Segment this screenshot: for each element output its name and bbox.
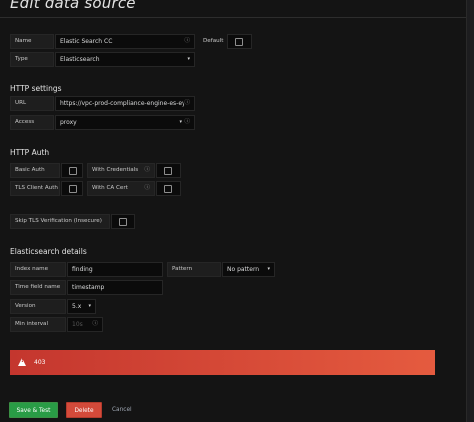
info-icon[interactable]: ⓘ xyxy=(184,97,190,110)
type-label: Type xyxy=(10,52,54,67)
time-field-input[interactable]: timestamp xyxy=(67,280,163,295)
alert-message: 403 xyxy=(34,359,46,366)
info-icon[interactable]: ⓘ xyxy=(184,35,190,48)
info-icon[interactable]: ⓘ xyxy=(184,116,190,129)
tls-client-auth-checkbox[interactable] xyxy=(61,181,83,196)
min-interval-label: Min interval xyxy=(10,317,66,332)
basic-auth-label: Basic Auth xyxy=(10,163,60,178)
checkbox-box[interactable] xyxy=(235,38,243,46)
index-name-input[interactable]: finding xyxy=(67,262,163,277)
cancel-button[interactable]: Cancel xyxy=(112,402,142,418)
title-divider xyxy=(0,17,474,18)
checkbox-box[interactable] xyxy=(69,167,77,175)
access-select[interactable]: proxy ▾ ⓘ xyxy=(55,115,195,130)
tls-client-auth-label: TLS Client Auth xyxy=(10,181,60,196)
error-alert: ! 403 xyxy=(10,350,435,375)
default-checkbox[interactable] xyxy=(227,34,252,49)
info-icon[interactable]: ⓘ xyxy=(144,164,150,177)
pattern-select[interactable]: No pattern ▾ xyxy=(222,262,275,277)
basic-auth-checkbox[interactable] xyxy=(61,163,83,178)
default-label: Default xyxy=(203,38,224,44)
save-test-button[interactable]: Save & Test xyxy=(9,402,58,418)
chevron-down-icon: ▾ xyxy=(187,56,190,62)
info-icon[interactable]: ⓘ xyxy=(92,318,98,331)
warning-icon-mark: ! xyxy=(21,357,24,364)
access-label: Access xyxy=(10,115,54,130)
page-title: Edit data source xyxy=(10,0,136,12)
type-select[interactable]: Elasticsearch ▾ xyxy=(55,52,195,67)
checkbox-box[interactable] xyxy=(164,185,172,193)
with-ca-cert-label: With CA Cert ⓘ xyxy=(87,181,155,196)
chevron-down-icon: ▾ xyxy=(179,119,182,125)
checkbox-box[interactable] xyxy=(69,185,77,193)
with-ca-cert-checkbox[interactable] xyxy=(156,181,181,196)
scrollbar[interactable] xyxy=(466,0,474,422)
skip-tls-label: Skip TLS Verification (Insecure) xyxy=(10,214,110,229)
url-label: URL xyxy=(10,96,54,111)
chevron-down-icon: ▾ xyxy=(88,303,91,309)
name-label: Name xyxy=(10,34,54,49)
min-interval-input[interactable]: 10s ⓘ xyxy=(67,317,103,332)
chevron-down-icon: ▾ xyxy=(267,266,270,272)
elasticsearch-details-heading: Elasticsearch details xyxy=(10,247,87,256)
name-input[interactable]: Elastic Search CC ⓘ xyxy=(55,34,195,49)
checkbox-box[interactable] xyxy=(164,167,172,175)
pattern-label: Pattern xyxy=(167,262,221,277)
index-name-label: Index name xyxy=(10,262,66,277)
delete-button[interactable]: Delete xyxy=(66,402,102,418)
checkbox-box[interactable] xyxy=(119,218,127,226)
http-auth-heading: HTTP Auth xyxy=(10,148,50,157)
skip-tls-checkbox[interactable] xyxy=(111,214,135,229)
with-credentials-checkbox[interactable] xyxy=(156,163,181,178)
http-settings-heading: HTTP settings xyxy=(10,84,62,93)
version-select[interactable]: 5.x ▾ xyxy=(67,299,96,314)
info-icon[interactable]: ⓘ xyxy=(144,182,150,195)
url-input[interactable]: https://vpc-prod-compliance-engine-es-ey… xyxy=(55,96,195,111)
version-label: Version xyxy=(10,299,66,314)
with-credentials-label: With Credentials ⓘ xyxy=(87,163,155,178)
time-field-label: Time field name xyxy=(10,280,66,295)
